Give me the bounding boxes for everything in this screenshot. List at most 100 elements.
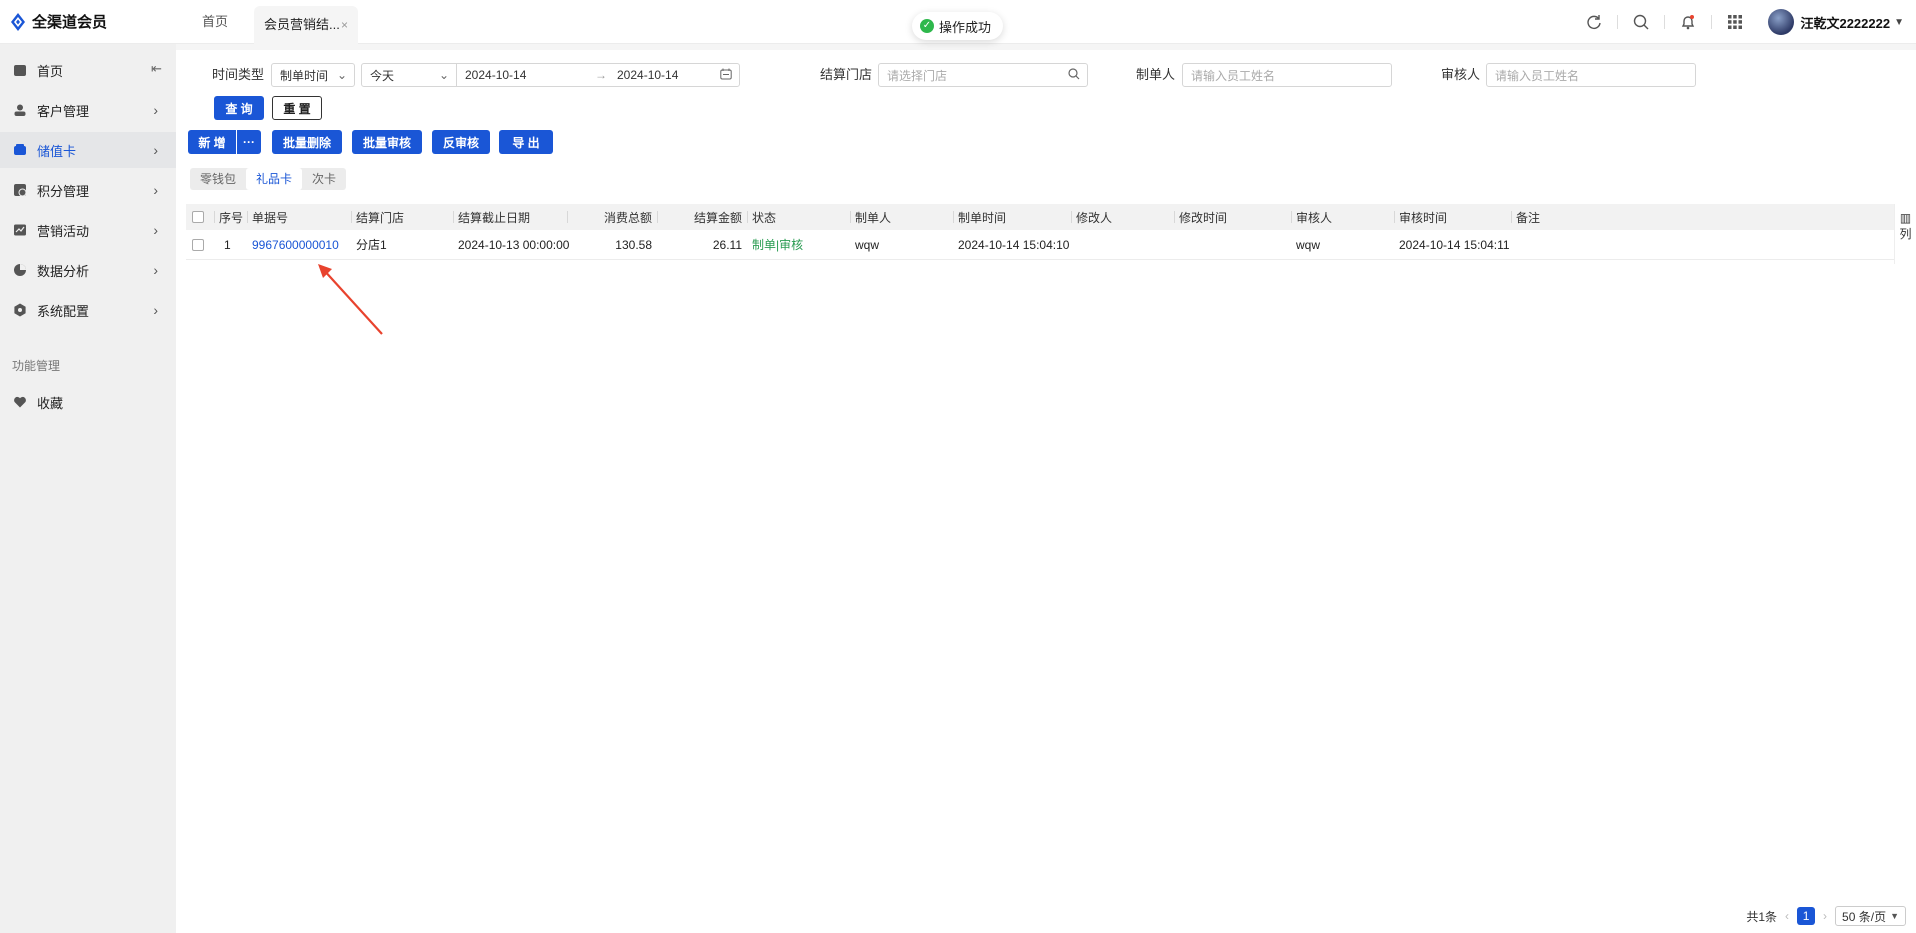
page-size-select[interactable]: 50 条/页 ▼ xyxy=(1835,906,1906,926)
sidebar-item-points[interactable]: 积分管理 › xyxy=(0,172,176,208)
tab-count-card[interactable]: 次卡 xyxy=(302,168,346,190)
cell-store: 分店1 xyxy=(356,238,387,252)
auditor-input[interactable]: 请输入员工姓名 xyxy=(1486,63,1696,87)
col-header: 修改人 xyxy=(1070,204,1112,230)
refresh-icon[interactable] xyxy=(1583,11,1605,33)
wallet-icon xyxy=(12,142,28,158)
toast-text: 操作成功 xyxy=(939,19,992,35)
pie-chart-icon xyxy=(12,262,28,278)
users-icon xyxy=(12,102,28,118)
auditor-placeholder: 请输入员工姓名 xyxy=(1495,68,1580,83)
cell-total: 130.58 xyxy=(615,237,652,252)
tab-member-marketing[interactable]: 会员营销结... × xyxy=(254,6,358,44)
prev-page-icon[interactable]: ‹ xyxy=(1785,909,1789,923)
cell-audit-time: 2024-10-14 15:04:11 xyxy=(1399,237,1510,252)
cell-deadline: 2024-10-13 00:00:00 xyxy=(458,237,570,252)
sidebar: 首页 ⇤ 客户管理 › 储值卡 › 积分管理 › 营销活动 › 数据分析 › 系… xyxy=(0,44,176,933)
apps-grid-icon[interactable] xyxy=(1724,11,1746,33)
col-header: 审核时间 xyxy=(1393,204,1447,230)
table-header: 序号 单据号 结算门店 结算截止日期 消费总额 结算金额 状态 制单人 制单时间… xyxy=(186,204,1896,230)
batch-delete-button[interactable]: 批量删除 xyxy=(272,130,342,154)
query-button[interactable]: 查 询 xyxy=(214,96,264,120)
settlement-table: 序号 单据号 结算门店 结算截止日期 消费总额 结算金额 状态 制单人 制单时间… xyxy=(186,204,1896,264)
cell-doc-no-link[interactable]: 9967600000010 xyxy=(252,230,339,259)
chevron-down-icon: ⌄ xyxy=(336,68,347,82)
date-from[interactable]: 2024-10-14 xyxy=(465,68,595,82)
unaudit-button[interactable]: 反审核 xyxy=(432,130,490,154)
column-settings-button[interactable]: ▥ 列 xyxy=(1894,204,1916,264)
checkbox[interactable] xyxy=(192,238,204,251)
sidebar-item-campaigns[interactable]: 营销活动 › xyxy=(0,212,176,248)
bell-icon[interactable] xyxy=(1677,11,1699,33)
sidebar-item-customers[interactable]: 客户管理 › xyxy=(0,92,176,128)
sidebar-item-favorites[interactable]: 收藏 xyxy=(0,384,176,420)
add-button[interactable]: 新 增 xyxy=(188,130,236,154)
brand[interactable]: 全渠道会员 xyxy=(10,11,107,32)
tab-close-icon[interactable]: × xyxy=(341,9,348,41)
cell-make-time: 2024-10-14 15:04:10 xyxy=(958,237,1070,252)
columns-icon: ▥ xyxy=(1899,211,1912,225)
home-icon xyxy=(12,62,28,78)
reset-button[interactable]: 重 置 xyxy=(272,96,322,120)
collapse-sidebar-icon[interactable]: ⇤ xyxy=(151,61,162,77)
date-to[interactable]: 2024-10-14 xyxy=(617,68,678,82)
chevron-right-icon: › xyxy=(153,142,158,158)
col-header: 制单时间 xyxy=(952,204,1006,230)
sidebar-item-stored-value-card[interactable]: 储值卡 › xyxy=(0,132,176,168)
chevron-down-icon: ▼ xyxy=(1890,911,1899,921)
sidebar-item-label: 营销活动 xyxy=(37,223,90,239)
total-count: 共1条 xyxy=(1746,909,1778,924)
sidebar-item-home[interactable]: 首页 ⇤ xyxy=(0,52,176,88)
app-title: 全渠道会员 xyxy=(32,14,108,31)
check-circle-icon: ✓ xyxy=(920,19,934,33)
row-checkbox[interactable] xyxy=(192,230,204,259)
export-button[interactable]: 导 出 xyxy=(499,130,553,154)
cell-index: 1 xyxy=(224,237,231,252)
chevron-right-icon: › xyxy=(153,262,158,278)
card-type-tabs: 零钱包 礼品卡 次卡 xyxy=(190,168,347,190)
heart-icon xyxy=(12,394,28,410)
avatar[interactable] xyxy=(1768,9,1795,35)
sidebar-group-label: 功能管理 xyxy=(12,359,61,373)
date-range-picker[interactable]: 2024-10-14 → 2024-10-14 xyxy=(456,63,740,87)
next-page-icon[interactable]: › xyxy=(1823,909,1827,923)
maker-input[interactable]: 请输入员工姓名 xyxy=(1182,63,1392,87)
col-header: 结算门店 xyxy=(350,204,404,230)
col-header: 备注 xyxy=(1510,204,1540,230)
chevron-down-icon: ⌄ xyxy=(438,68,449,82)
search-icon[interactable] xyxy=(1068,68,1080,83)
batch-audit-button[interactable]: 批量审核 xyxy=(352,130,422,154)
search-icon[interactable] xyxy=(1630,11,1652,33)
sidebar-item-analytics[interactable]: 数据分析 › xyxy=(0,252,176,288)
main-content: 时间类型 制单时间 ⌄ 今天 ⌄ 2024-10-14 → 2024-10-14… xyxy=(176,50,1916,933)
page-button-current[interactable]: 1 xyxy=(1797,907,1816,925)
header-actions: 汪乾文2222222 ▼ xyxy=(1571,0,1916,44)
select-all-checkbox[interactable] xyxy=(192,204,204,230)
sidebar-item-label: 积分管理 xyxy=(37,183,90,199)
chevron-right-icon: › xyxy=(153,182,158,198)
column-settings-label: 列 xyxy=(1899,227,1912,241)
settings-icon xyxy=(12,302,28,318)
tab-home[interactable]: 首页 xyxy=(190,0,240,44)
period-select[interactable]: 今天 ⌄ xyxy=(361,63,457,87)
cell-maker: wqw xyxy=(855,237,880,252)
col-header: 审核人 xyxy=(1290,204,1332,230)
chevron-right-icon: › xyxy=(153,222,158,238)
checkbox[interactable] xyxy=(192,211,204,223)
store-placeholder: 请选择门店 xyxy=(887,68,948,83)
tab-wallet[interactable]: 零钱包 xyxy=(190,168,246,190)
auditor-label: 审核人 xyxy=(1441,67,1481,82)
chevron-down-icon[interactable]: ▼ xyxy=(1894,17,1904,28)
username[interactable]: 汪乾文2222222 xyxy=(1800,13,1890,32)
store-select[interactable]: 请选择门店 xyxy=(878,63,1088,87)
sidebar-item-label: 收藏 xyxy=(37,395,64,411)
divider xyxy=(1664,15,1666,29)
calendar-icon[interactable] xyxy=(720,68,732,83)
sidebar-item-system-config[interactable]: 系统配置 › xyxy=(0,292,176,328)
table-row[interactable]: 1 9967600000010 分店1 2024-10-13 00:00:00 … xyxy=(186,230,1896,260)
time-type-select[interactable]: 制单时间 ⌄ xyxy=(271,63,355,87)
more-options-button[interactable]: ··· xyxy=(237,130,261,154)
tab-gift-card[interactable]: 礼品卡 xyxy=(246,168,303,190)
success-toast: ✓ 操作成功 xyxy=(912,12,1004,40)
col-header: 序号 xyxy=(213,204,243,230)
